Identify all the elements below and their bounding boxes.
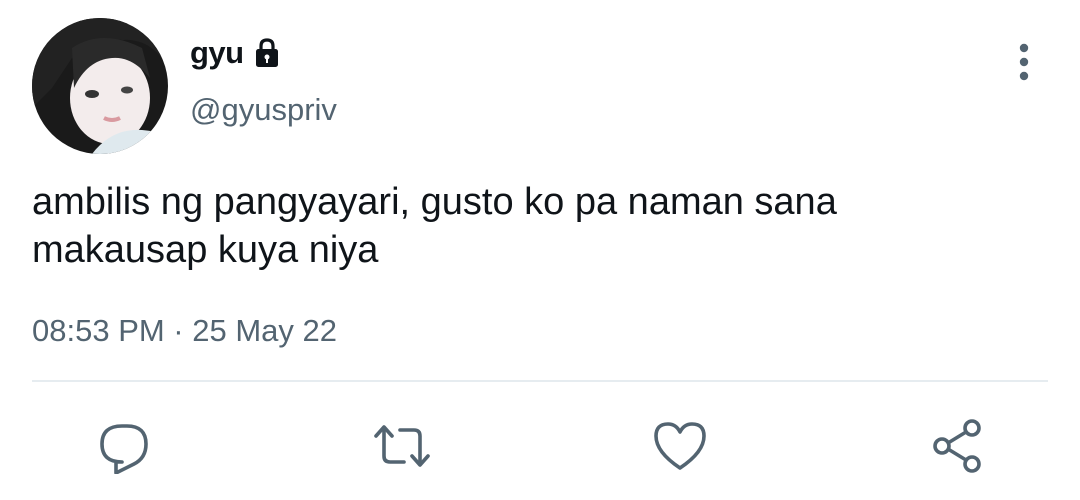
- avatar[interactable]: [32, 18, 168, 154]
- share-button[interactable]: [930, 418, 986, 474]
- user-handle[interactable]: @gyuspriv: [190, 92, 337, 128]
- more-vertical-icon: [1019, 43, 1029, 81]
- like-button[interactable]: [652, 418, 708, 474]
- reply-button[interactable]: [96, 418, 152, 474]
- lock-icon: [250, 36, 284, 70]
- retweet-icon: [374, 425, 430, 467]
- share-icon: [933, 419, 981, 473]
- tweet-text: ambilis ng pangyayari, gusto ko pa naman…: [32, 181, 837, 271]
- heart-icon: [654, 422, 706, 470]
- more-options-button[interactable]: [1004, 40, 1044, 84]
- divider: [32, 380, 1048, 382]
- retweet-button[interactable]: [372, 418, 430, 474]
- avatar-image: [32, 18, 168, 154]
- display-name[interactable]: gyu: [190, 35, 244, 71]
- tweet-timestamp[interactable]: 08:53 PM · 25 May 22: [32, 313, 337, 349]
- reply-icon: [100, 424, 148, 474]
- author-name-row[interactable]: gyu: [190, 35, 284, 71]
